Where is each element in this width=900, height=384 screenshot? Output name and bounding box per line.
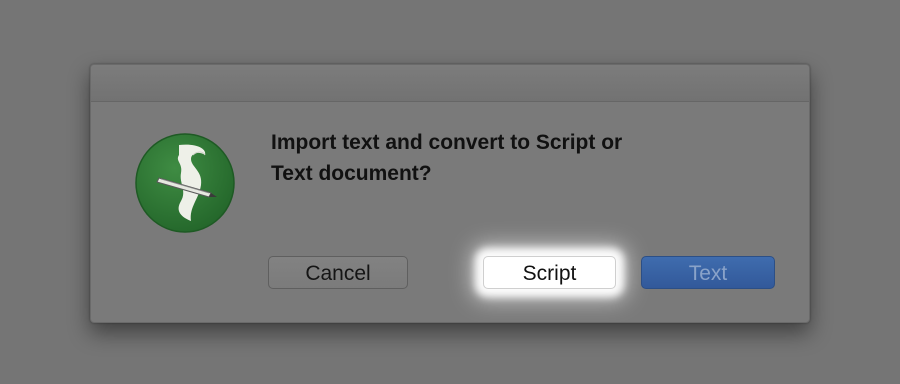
import-dialog: Import text and convert to Script or Tex… — [90, 64, 810, 323]
dialog-message-line-2: Text document? — [271, 162, 432, 185]
script-button[interactable]: Script — [483, 256, 616, 289]
cancel-button[interactable]: Cancel — [268, 256, 408, 289]
script-app-icon — [135, 133, 235, 233]
dialog-message-line-1: Import text and convert to Script or — [271, 131, 623, 154]
dialog-message: Import text and convert to Script or Tex… — [271, 127, 701, 189]
dialog-titlebar — [91, 65, 809, 102]
text-button[interactable]: Text — [641, 256, 775, 289]
